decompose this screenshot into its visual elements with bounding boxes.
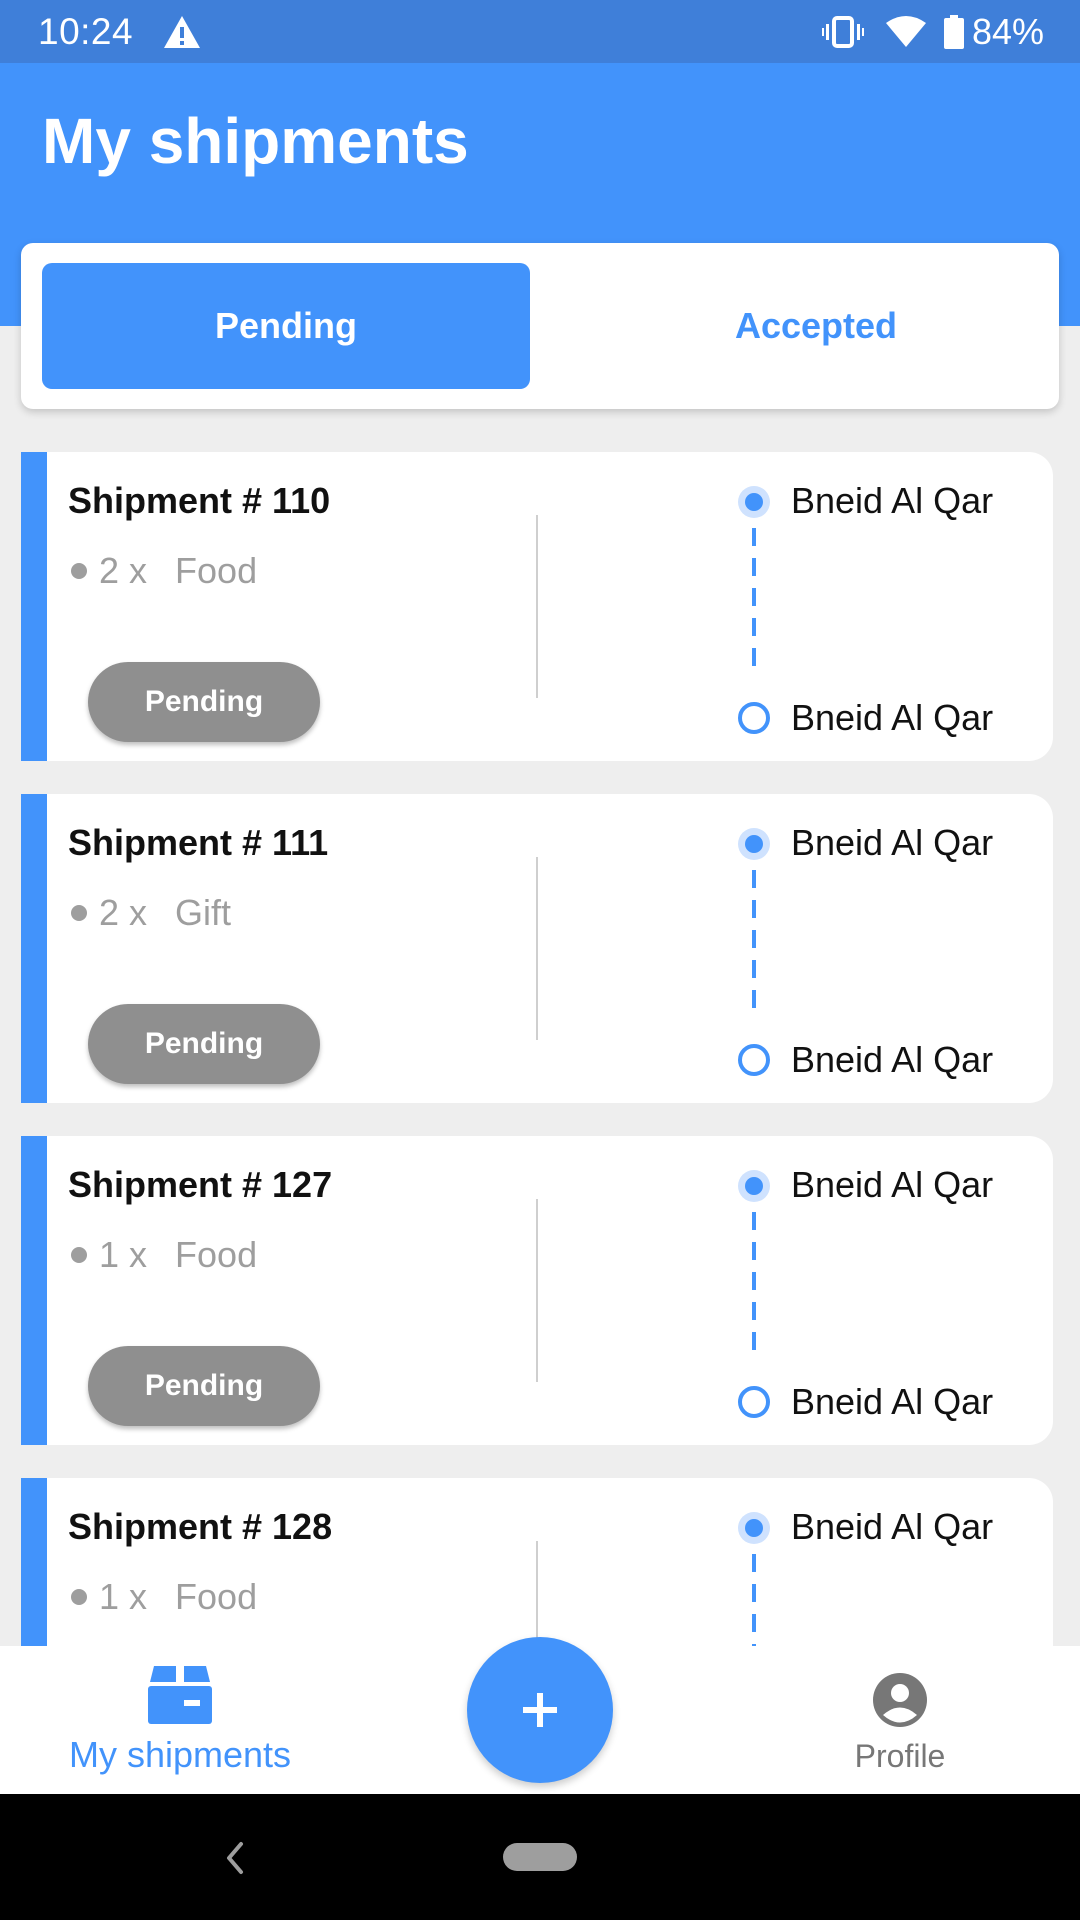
card-accent-bar bbox=[21, 1478, 47, 1646]
item-type: Food bbox=[175, 1234, 258, 1275]
bullet-icon bbox=[71, 905, 87, 921]
status-badge: Pending bbox=[88, 1346, 320, 1426]
shipment-title: Shipment # 127 bbox=[68, 1164, 333, 1205]
shipment-card[interactable]: Shipment # 127 1 x Food Pending Bneid Al… bbox=[21, 1136, 1053, 1445]
plus-icon bbox=[523, 1693, 557, 1727]
status-bar-left: 10:24 bbox=[38, 11, 201, 53]
card-divider bbox=[536, 1541, 538, 1646]
back-chevron-icon[interactable] bbox=[215, 1834, 255, 1882]
card-accent-bar bbox=[21, 794, 47, 1103]
card-accent-bar bbox=[21, 1136, 47, 1445]
item-quantity: 1 x bbox=[99, 1576, 148, 1617]
system-navigation-bar bbox=[0, 1794, 1080, 1920]
shipment-title: Shipment # 110 bbox=[68, 480, 331, 521]
origin-label: Bneid Al Qar bbox=[791, 822, 994, 863]
tab-accepted-label: Accepted bbox=[734, 305, 898, 346]
status-badge-label: Pending bbox=[144, 685, 264, 718]
shipment-item-row: 1 x Food bbox=[71, 1576, 257, 1618]
nav-profile-label: Profile bbox=[854, 1738, 946, 1774]
shipment-title: Shipment # 111 bbox=[68, 822, 329, 863]
origin-dot-icon bbox=[738, 828, 770, 860]
route-dashed-line bbox=[752, 1554, 756, 1646]
shipment-item-row: 2 x Food bbox=[71, 550, 257, 592]
card-divider bbox=[536, 857, 538, 1040]
battery-icon bbox=[943, 14, 964, 49]
item-quantity: 1 x bbox=[99, 1234, 148, 1275]
item-quantity: 2 x bbox=[99, 550, 148, 591]
bullet-icon bbox=[71, 1589, 87, 1605]
package-icon bbox=[148, 1666, 212, 1724]
item-type: Food bbox=[175, 550, 258, 591]
status-time: 10:24 bbox=[38, 10, 134, 52]
nav-my-shipments[interactable]: My shipments bbox=[50, 1646, 310, 1794]
home-pill-button[interactable] bbox=[503, 1843, 577, 1871]
card-divider bbox=[536, 1199, 538, 1382]
route-dashed-line bbox=[752, 870, 756, 1010]
route-dashed-line bbox=[752, 528, 756, 668]
status-badge: Pending bbox=[88, 662, 320, 742]
page-title: My shipments bbox=[42, 105, 469, 177]
status-badge-label: Pending bbox=[144, 1369, 264, 1402]
origin-label: Bneid Al Qar bbox=[791, 480, 994, 521]
nav-my-shipments-label: My shipments bbox=[68, 1734, 292, 1775]
app-root: 10:24 84% My shipments Pending Accepted … bbox=[0, 0, 1080, 1920]
card-divider bbox=[536, 515, 538, 698]
shipment-card[interactable]: Shipment # 111 2 x Gift Pending Bneid Al… bbox=[21, 794, 1053, 1103]
add-shipment-button[interactable] bbox=[467, 1637, 613, 1783]
tab-accepted[interactable]: Accepted bbox=[572, 263, 1060, 389]
status-badge-label: Pending bbox=[144, 1027, 264, 1060]
destination-label: Bneid Al Qar bbox=[791, 1039, 994, 1080]
item-type: Gift bbox=[175, 892, 232, 933]
status-bar-right: 84% bbox=[800, 11, 1044, 53]
card-accent-bar bbox=[21, 452, 47, 761]
shipment-card[interactable]: Shipment # 110 2 x Food Pending Bneid Al… bbox=[21, 452, 1053, 761]
route-dashed-line bbox=[752, 1212, 756, 1352]
tab-pending-label: Pending bbox=[215, 305, 357, 346]
destination-label: Bneid Al Qar bbox=[791, 1381, 994, 1422]
origin-dot-icon bbox=[738, 1512, 770, 1544]
shipment-status-tabs: Pending Accepted bbox=[21, 243, 1059, 409]
battery-percentage: 84% bbox=[971, 10, 1044, 52]
status-badge: Pending bbox=[88, 1004, 320, 1084]
destination-circle-icon bbox=[738, 1386, 770, 1418]
destination-circle-icon bbox=[738, 702, 770, 734]
bullet-icon bbox=[71, 563, 87, 579]
destination-label: Bneid Al Qar bbox=[791, 697, 994, 738]
origin-dot-icon bbox=[738, 1170, 770, 1202]
origin-dot-icon bbox=[738, 486, 770, 518]
warning-icon bbox=[164, 15, 201, 48]
shipment-card[interactable]: Shipment # 128 1 x Food Bneid Al Qar bbox=[21, 1478, 1053, 1646]
wifi-icon bbox=[885, 15, 926, 47]
item-quantity: 2 x bbox=[99, 892, 148, 933]
account-circle-icon bbox=[873, 1673, 927, 1727]
shipment-item-row: 1 x Food bbox=[71, 1234, 257, 1276]
origin-label: Bneid Al Qar bbox=[791, 1506, 994, 1547]
shipment-item-row: 2 x Gift bbox=[71, 892, 231, 934]
origin-label: Bneid Al Qar bbox=[791, 1164, 994, 1205]
shipment-list[interactable]: Shipment # 110 2 x Food Pending Bneid Al… bbox=[0, 452, 1080, 1646]
nav-profile[interactable]: Profile bbox=[820, 1646, 980, 1794]
shipment-title: Shipment # 128 bbox=[68, 1506, 333, 1547]
vibrate-icon bbox=[821, 15, 864, 48]
item-type: Food bbox=[175, 1576, 258, 1617]
bullet-icon bbox=[71, 1247, 87, 1263]
status-bar: 10:24 84% bbox=[0, 0, 1080, 63]
tab-pending[interactable]: Pending bbox=[42, 263, 530, 389]
destination-circle-icon bbox=[738, 1044, 770, 1076]
